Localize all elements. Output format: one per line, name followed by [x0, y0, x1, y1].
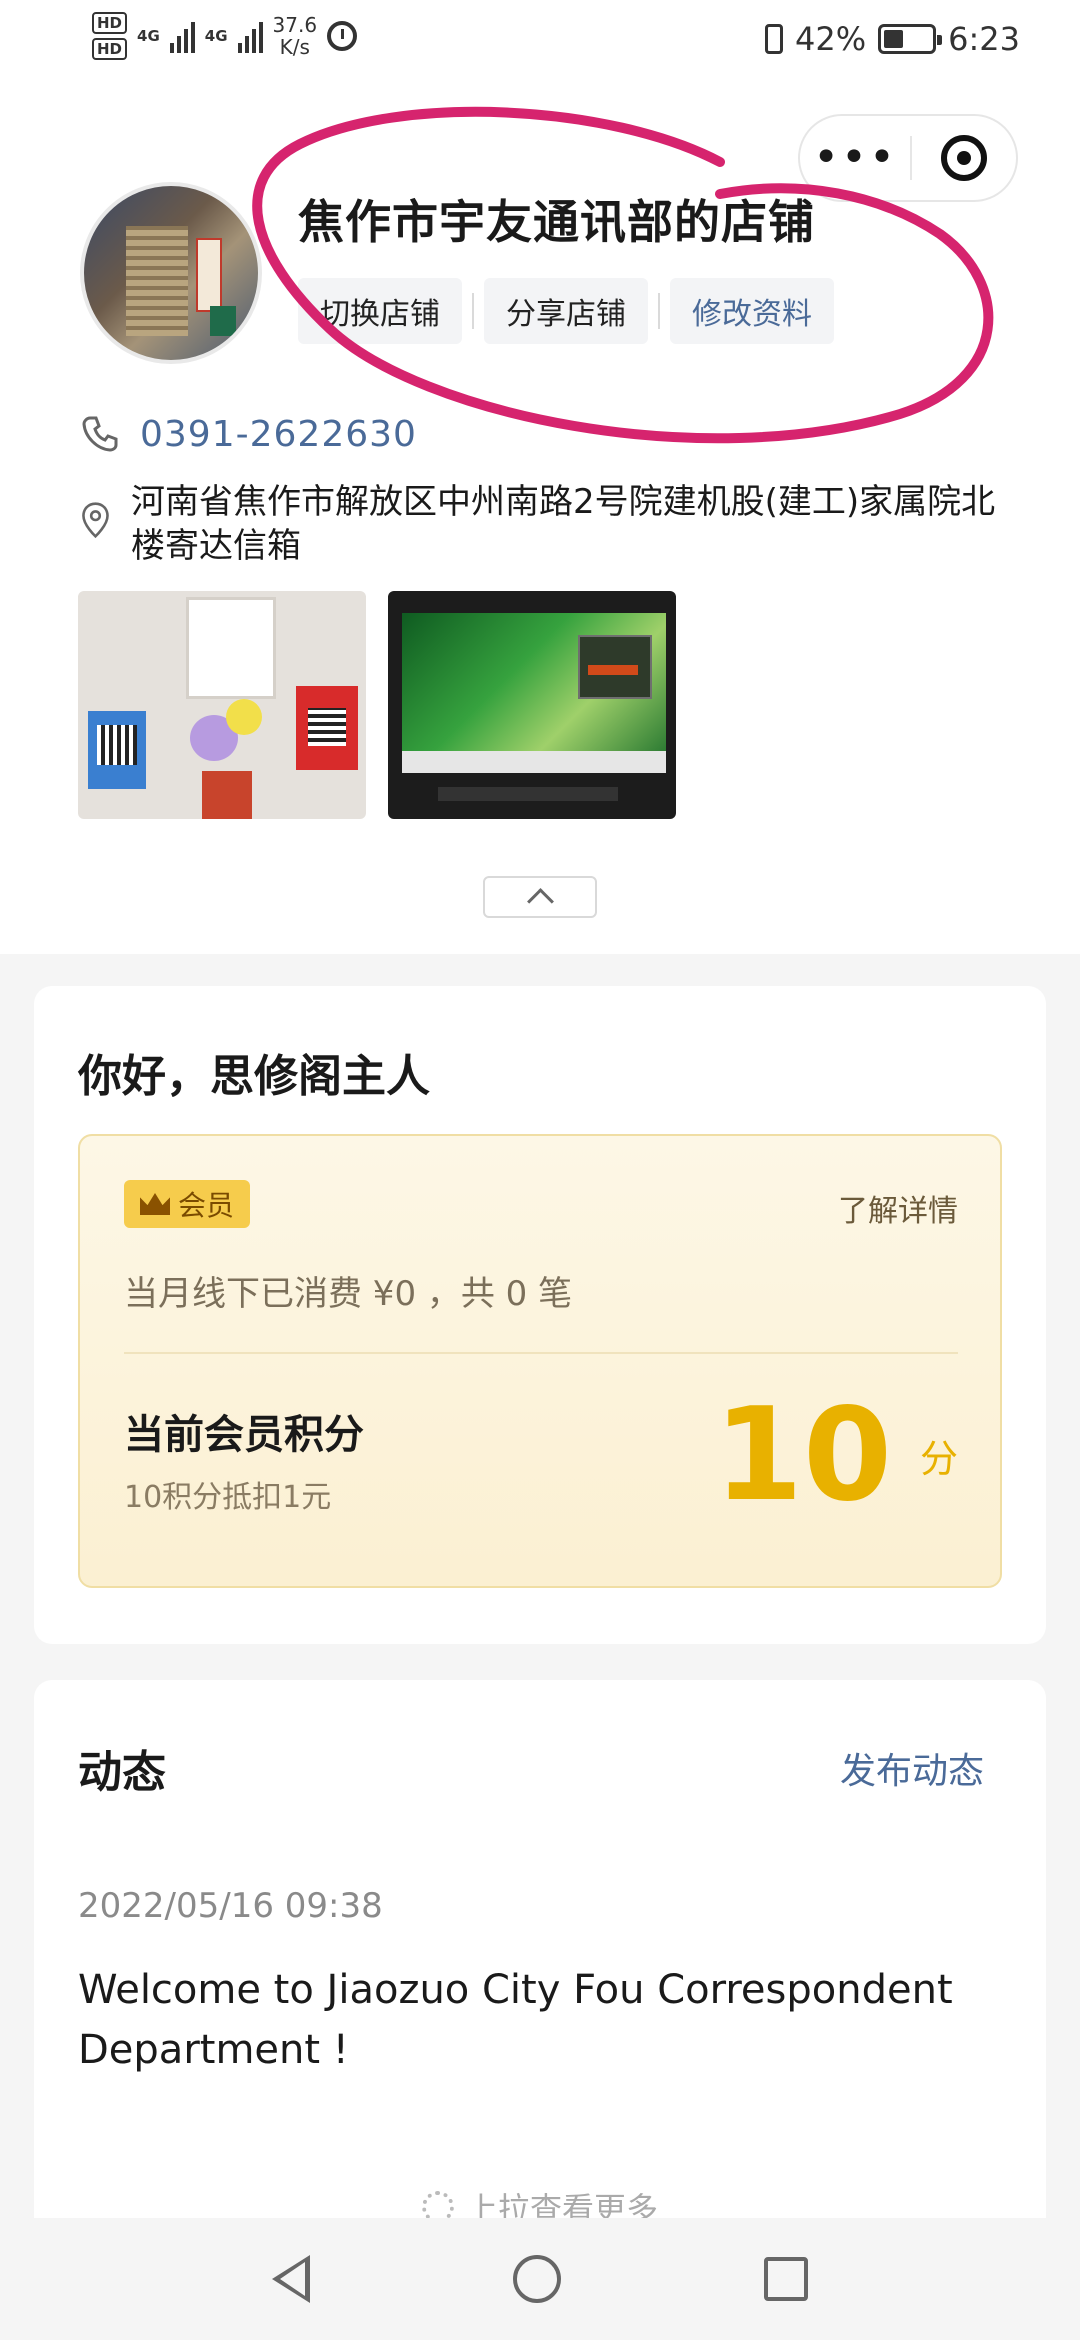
store-name: 焦作市宇友通讯部的店铺 — [298, 195, 815, 249]
more-menu-button[interactable]: ••• — [800, 116, 910, 200]
greeting: 你好，思修阁主人 — [78, 1051, 430, 1102]
mini-program-capsule: ••• — [798, 114, 1018, 202]
feed-card: 动态 发布动态 2022/05/16 09:38 Welcome to Jiao… — [34, 1680, 1046, 2250]
system-nav-bar — [0, 2218, 1080, 2340]
network-type-2: 4G — [204, 27, 228, 45]
phone-row[interactable]: 0391-2622630 — [80, 414, 417, 455]
post-text[interactable]: Welcome to Jiaozuo City Fou Corresponden… — [78, 1960, 1018, 2080]
hd1-icon: HD — [92, 12, 128, 34]
close-button[interactable] — [912, 116, 1016, 200]
photo-taskbar — [402, 751, 666, 773]
member-divider — [124, 1352, 958, 1354]
photo-card — [202, 771, 252, 819]
clock: 6:23 — [948, 20, 1020, 58]
store-avatar[interactable] — [80, 182, 262, 364]
store-photo-monitor[interactable] — [388, 591, 676, 819]
store-actions: 切换店铺 分享店铺 修改资料 — [298, 278, 834, 344]
member-badge: 会员 — [124, 1180, 251, 1228]
switch-store-button[interactable]: 切换店铺 — [298, 278, 462, 344]
network-type-1: 4G — [137, 27, 160, 45]
avatar-sign-green — [210, 306, 236, 336]
location-pin-icon — [82, 502, 109, 539]
home-icon[interactable] — [512, 2255, 561, 2303]
battery-level — [884, 30, 904, 48]
action-divider — [472, 293, 474, 329]
store-photo-wall[interactable] — [78, 591, 366, 819]
member-card: 会员 了解详情 当月线下已消费 ¥0 ，共 0 笔 当前会员积分 10积分抵扣1… — [78, 1134, 1002, 1588]
store-header: ••• 焦作市宇友通讯部的店铺 切换店铺 分享店铺 修改资料 0391-2622… — [0, 84, 1080, 954]
member-badge-label: 会员 — [178, 1189, 235, 1222]
speed-value: 37.6 — [272, 13, 318, 37]
battery-icon — [878, 24, 943, 54]
target-close-icon — [941, 135, 987, 181]
photo-frame — [186, 597, 276, 699]
status-left: HD HD 4G 4G 37.6 K/s — [92, 12, 358, 60]
photo-login-panel — [578, 635, 652, 699]
points-label: 当前会员积分 — [124, 1412, 364, 1458]
feed-title: 动态 — [78, 1747, 166, 1798]
battery-percent: 42% — [795, 20, 867, 58]
hd-icons: HD HD — [92, 12, 128, 60]
alarm-icon — [327, 21, 358, 51]
photo-qr-blue — [88, 711, 146, 789]
speed-unit: K/s — [279, 35, 310, 59]
collapse-button[interactable] — [483, 876, 597, 918]
recents-icon[interactable] — [764, 2257, 809, 2301]
photo-smiley — [226, 699, 262, 735]
points-unit: 分 — [919, 1437, 958, 1481]
share-store-button[interactable]: 分享店铺 — [484, 278, 648, 344]
crown-icon — [140, 1193, 170, 1215]
monthly-spend: 当月线下已消费 ¥0 ，共 0 笔 — [124, 1274, 573, 1314]
status-right: 42% 6:23 — [765, 20, 1020, 58]
photo-qr-red — [296, 686, 358, 770]
points-value: 10 — [713, 1381, 892, 1530]
signal-bars-icon — [237, 19, 263, 53]
edit-info-button[interactable]: 修改资料 — [670, 278, 834, 344]
status-bar: HD HD 4G 4G 37.6 K/s 42% 6:23 — [0, 0, 1080, 84]
welcome-card: 你好，思修阁主人 会员 了解详情 当月线下已消费 ¥0 ，共 0 笔 当前会员积… — [34, 986, 1046, 1644]
avatar-sign — [196, 238, 222, 312]
network-speed: 37.6 K/s — [273, 14, 318, 58]
chevron-up-icon — [526, 887, 554, 915]
action-divider — [658, 293, 660, 329]
post-update-button[interactable]: 发布动态 — [840, 1742, 984, 1794]
phone-number[interactable]: 0391-2622630 — [140, 414, 417, 455]
details-link[interactable]: 了解详情 — [838, 1186, 958, 1230]
store-photos — [78, 591, 676, 819]
store-address: 河南省焦作市解放区中州南路2号院建机股(建工)家属院北楼寄达信箱 — [130, 482, 996, 566]
signal-bars-icon — [169, 19, 195, 53]
hd2-icon: HD — [92, 38, 128, 60]
post-timestamp: 2022/05/16 09:38 — [78, 1886, 383, 1926]
address-row[interactable]: 河南省焦作市解放区中州南路2号院建机股(建工)家属院北楼寄达信箱 — [80, 480, 1020, 568]
phone-icon — [82, 416, 118, 452]
vibrate-icon — [765, 24, 784, 54]
back-icon[interactable] — [271, 2255, 310, 2303]
photo-stand — [438, 787, 618, 801]
points-note: 10积分抵扣1元 — [124, 1480, 332, 1515]
avatar-door — [126, 226, 188, 336]
